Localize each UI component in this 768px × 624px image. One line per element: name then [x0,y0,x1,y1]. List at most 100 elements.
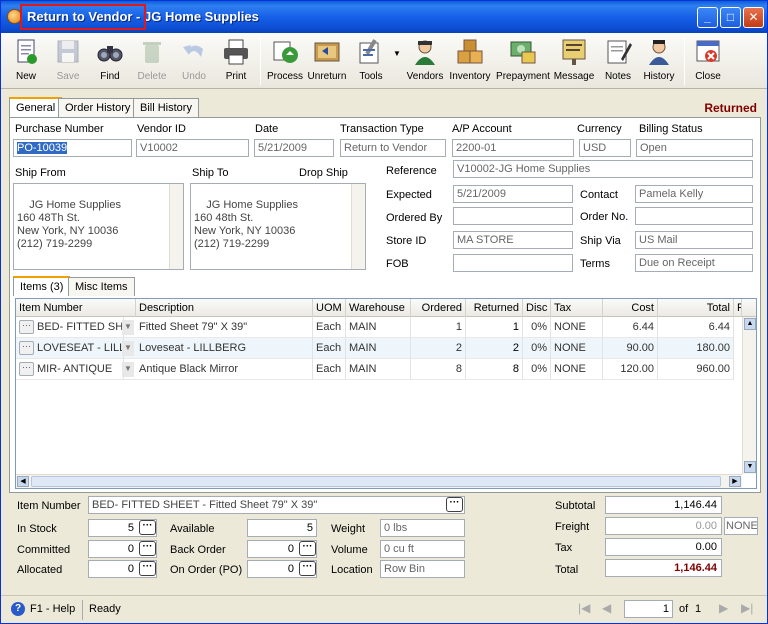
row-lookup-button[interactable]: ··· [19,341,34,355]
ap-account-field[interactable]: 2200-01 [452,139,574,157]
tools-dropdown-arrow[interactable]: ▼ [392,35,402,87]
allocated-lookup-button[interactable]: ··· [139,561,156,576]
billing-status-field[interactable]: Open [636,139,753,157]
last-page-icon[interactable]: ▶| [741,601,753,615]
row-returned[interactable]: 8 [466,359,523,380]
contact-field[interactable]: Pamela Kelly [635,185,753,203]
save-button[interactable]: Save [49,35,87,87]
col-cost[interactable]: Cost [603,299,658,317]
currency-field[interactable]: USD [579,139,631,157]
scroll-thumb[interactable] [31,476,721,487]
delete-button[interactable]: Delete [133,35,171,87]
title-bar[interactable]: Return to Vendor - JG Home Supplies _ □ … [1,1,767,33]
row-ordered[interactable]: 2 [411,338,466,359]
close-window-button[interactable]: ✕ [743,7,764,28]
tools-button[interactable]: Tools [350,35,392,87]
print-button[interactable]: Print [217,35,255,87]
reference-field[interactable]: V10002-JG Home Supplies [453,160,753,178]
table-row[interactable]: ··· LOVESEAT - LILLE ▼ Loveseat - LILLBE… [16,338,734,359]
next-page-icon[interactable]: ▶ [719,601,728,615]
tab-order-history[interactable]: Order History [58,98,138,118]
row-description[interactable]: Fitted Sheet 79" X 39" [136,317,313,338]
row-cost[interactable]: 120.00 [603,359,658,380]
chevron-right-icon[interactable]: ▶ [729,476,741,487]
row-ordered[interactable]: 8 [411,359,466,380]
row-uom[interactable]: Each [313,359,346,380]
item-number-field[interactable]: BED- FITTED SHEET - Fitted Sheet 79" X 3… [88,496,465,514]
col-total[interactable]: Total [658,299,734,317]
notes-button[interactable]: Notes [598,35,638,87]
ship-from-scrollbar[interactable] [169,184,183,269]
row-disc[interactable]: 0% [523,317,551,338]
freight-code-field[interactable]: NONE [724,517,758,535]
committed-lookup-button[interactable]: ··· [139,541,156,556]
store-id-field[interactable]: MA STORE [453,231,573,249]
unreturn-button[interactable]: Unreturn [306,35,348,87]
process-button[interactable]: Process [264,35,306,87]
transaction-type-field[interactable]: Return to Vendor [340,139,446,157]
ordered-by-field[interactable] [453,207,573,225]
terms-field[interactable]: Due on Receipt [635,254,753,272]
chevron-down-icon[interactable]: ▼ [122,341,134,356]
help-shortcut[interactable]: F1 - Help [30,603,75,615]
chevron-down-icon[interactable]: ▼ [122,320,134,335]
row-total[interactable]: 6.44 [658,317,734,338]
minimize-button[interactable]: _ [697,7,718,28]
row-cost[interactable]: 6.44 [603,317,658,338]
history-button[interactable]: History [638,35,680,87]
in-stock-lookup-button[interactable]: ··· [139,520,156,535]
col-warehouse[interactable]: Warehouse [346,299,411,317]
row-lookup-button[interactable]: ··· [19,362,34,376]
ship-via-field[interactable]: US Mail [635,231,753,249]
item-lookup-button[interactable]: ··· [446,497,463,512]
order-no-field[interactable] [635,207,753,225]
vendor-id-field[interactable]: V10002 [136,139,249,157]
row-description[interactable]: Antique Black Mirror [136,359,313,380]
maximize-button[interactable]: □ [720,7,741,28]
chevron-left-icon[interactable]: ◀ [17,476,29,487]
table-row[interactable]: ··· MIR- ANTIQUE ▼ Antique Black Mirror … [16,359,734,380]
row-warehouse[interactable]: MAIN [346,338,411,359]
row-disc[interactable]: 0% [523,359,551,380]
row-tax[interactable]: NONE [551,338,603,359]
expected-field[interactable]: 5/21/2009 [453,185,573,203]
page-number-input[interactable]: 1 [624,600,673,618]
col-disc[interactable]: Disc [523,299,551,317]
row-total[interactable]: 180.00 [658,338,734,359]
freight-field[interactable]: 0.00 [605,517,722,535]
first-page-icon[interactable]: |◀ [578,601,590,615]
chevron-up-icon[interactable]: ▲ [744,318,756,330]
row-item-number[interactable]: MIR- ANTIQUE [34,359,124,380]
prepayment-button[interactable]: Prepayment [495,35,551,87]
col-f[interactable]: F [734,299,742,317]
grid-vertical-scrollbar[interactable]: ▲ ▼ [742,317,756,474]
col-description[interactable]: Description [136,299,313,317]
undo-button[interactable]: Undo [175,35,213,87]
on-order-lookup-button[interactable]: ··· [299,561,316,576]
row-description[interactable]: Loveseat - LILLBERG [136,338,313,359]
message-button[interactable]: Message [552,35,596,87]
back-order-lookup-button[interactable]: ··· [299,541,316,556]
location-field[interactable]: Row Bin [380,560,465,578]
ship-from-address[interactable]: JG Home Supplies 160 48Th St. New York, … [13,183,184,270]
row-returned[interactable]: 2 [466,338,523,359]
ship-to-address[interactable]: JG Home Supplies 160 48th St. New York, … [190,183,366,270]
row-tax[interactable]: NONE [551,359,603,380]
row-uom[interactable]: Each [313,317,346,338]
purchase-number-field[interactable]: PO-10039 [13,139,132,157]
inventory-button[interactable]: Inventory [447,35,493,87]
tab-general[interactable]: General [9,97,63,118]
find-button[interactable]: Find [91,35,129,87]
close-button[interactable]: Close [688,35,728,87]
grid-horizontal-scrollbar[interactable]: ◀ ▶ [16,474,742,488]
col-uom[interactable]: UOM [313,299,346,317]
new-button[interactable]: New [7,35,45,87]
table-row[interactable]: ··· BED- FITTED SHE ▼ Fitted Sheet 79" X… [16,317,734,338]
chevron-down-icon[interactable]: ▼ [744,461,756,473]
tab-bill-history[interactable]: Bill History [133,98,199,118]
col-item-number[interactable]: Item Number [16,299,136,317]
ship-to-scrollbar[interactable] [351,184,365,269]
row-item-number[interactable]: LOVESEAT - LILLE [34,338,124,359]
weight-field[interactable]: 0 lbs [380,519,465,537]
available-field[interactable]: 5 [247,519,317,537]
